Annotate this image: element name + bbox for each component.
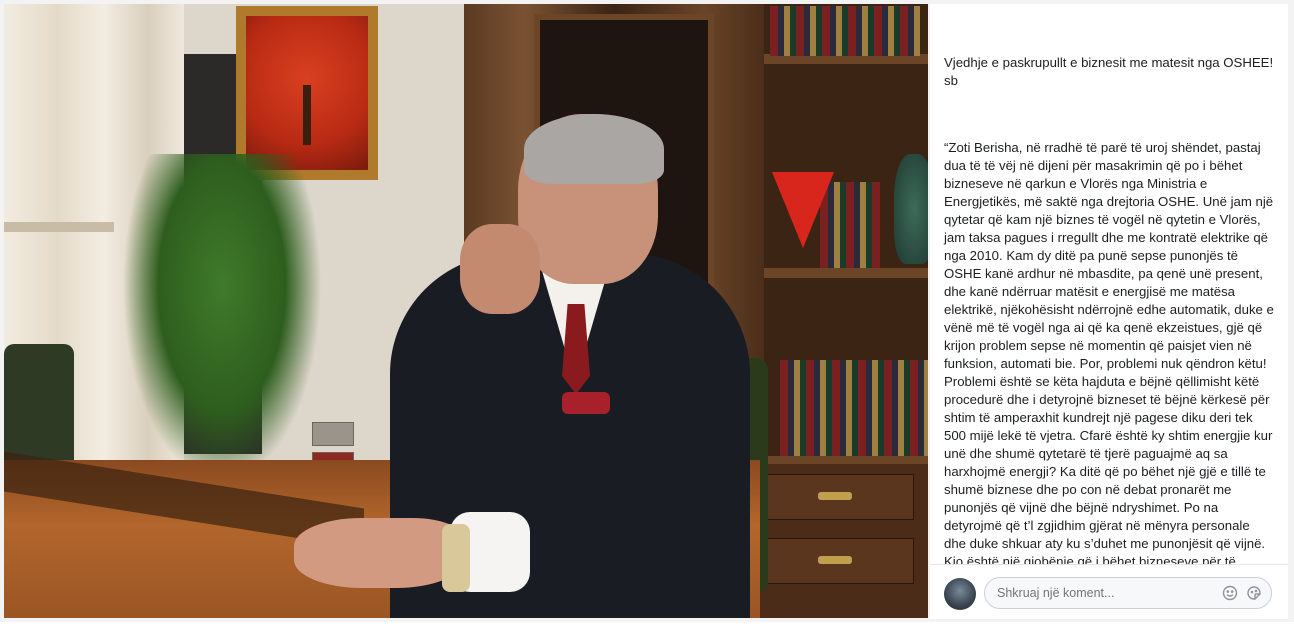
- sticker-icon[interactable]: [1246, 585, 1262, 601]
- photo-viewer: Vjedhje e paskrupullt e biznesit me mate…: [0, 0, 1294, 622]
- books: [780, 360, 928, 456]
- hand-with-phone: [460, 224, 540, 314]
- pocket-square: [562, 392, 610, 414]
- painting-canvas: [246, 16, 368, 170]
- man-on-phone: [294, 114, 750, 618]
- plant: [122, 154, 322, 484]
- books: [820, 182, 880, 268]
- shelf-board: [764, 268, 928, 278]
- post-photo[interactable]: [4, 4, 928, 618]
- socket: [312, 422, 354, 446]
- vase: [894, 154, 928, 264]
- hair: [524, 114, 664, 184]
- curtain-tie: [4, 222, 114, 232]
- caption-panel: Vjedhje e paskrupullt e biznesit me mate…: [930, 4, 1288, 619]
- post-title: Vjedhje e paskrupullt e biznesit me mate…: [944, 55, 1277, 88]
- avatar[interactable]: [944, 578, 976, 610]
- wristwatch: [442, 524, 470, 592]
- books: [770, 6, 920, 56]
- drawer-handle: [818, 492, 852, 500]
- emoji-icon[interactable]: [1222, 585, 1238, 601]
- post-quote: “Zoti Berisha, në rradhë të parë të uroj…: [944, 140, 1274, 587]
- drawer-handle: [818, 556, 852, 564]
- hand-on-desk: [294, 518, 464, 588]
- post-caption: Vjedhje e paskrupullt e biznesit me mate…: [944, 18, 1274, 638]
- painting-tree: [303, 85, 311, 146]
- comment-bar: [930, 564, 1288, 619]
